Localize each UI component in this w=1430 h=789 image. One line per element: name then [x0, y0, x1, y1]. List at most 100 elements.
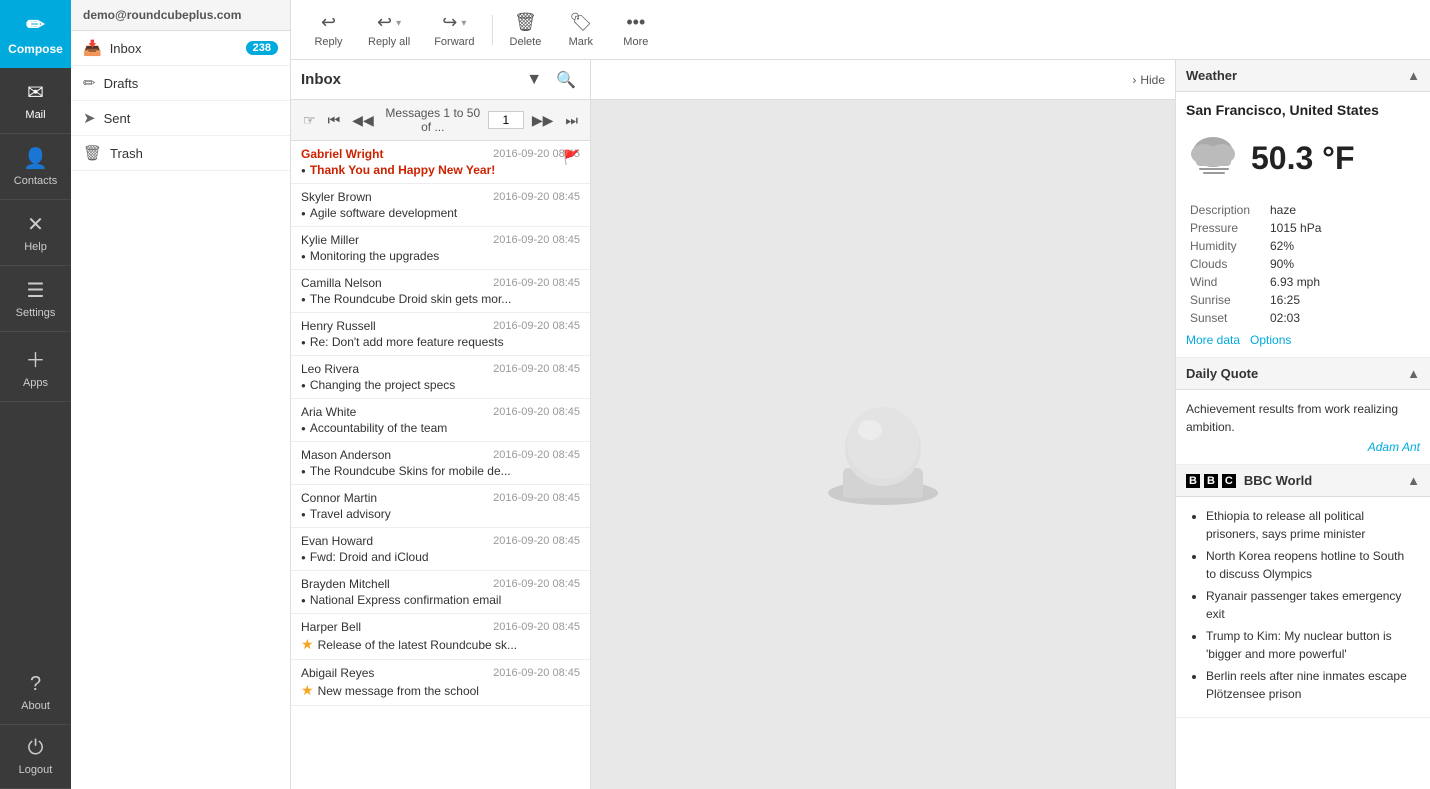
flag-icon: 🚩	[563, 149, 580, 166]
nav-cursor-btn[interactable]: ☞	[299, 110, 320, 131]
sent-icon: ➤	[83, 109, 96, 127]
folder-trash-label: Trash	[110, 146, 278, 161]
news-item[interactable]: Ethiopia to release all political prison…	[1206, 507, 1420, 543]
help-icon: ✕	[27, 212, 44, 237]
message-item[interactable]: Camilla Nelson2016-09-20 08:45●The Round…	[291, 270, 590, 313]
folder-panel: demo@roundcubeplus.com 📥 Inbox 238 ✏ Dra…	[71, 0, 291, 789]
more-label: More	[623, 36, 648, 48]
nav-next-btn[interactable]: ▶▶	[528, 110, 558, 131]
news-list: Ethiopia to release all political prison…	[1186, 507, 1420, 703]
news-item[interactable]: North Korea reopens hotline to South to …	[1206, 547, 1420, 583]
news-item[interactable]: Trump to Kim: My nuclear button is 'bigg…	[1206, 627, 1420, 663]
sidebar-item-help-label: Help	[24, 241, 47, 253]
message-item[interactable]: Leo Rivera2016-09-20 08:45●Changing the …	[291, 356, 590, 399]
bbc-content: Ethiopia to release all political prison…	[1176, 497, 1430, 718]
sidebar-item-help[interactable]: ✕ Help	[0, 200, 71, 266]
nav-first-btn[interactable]: ⏮	[324, 110, 345, 131]
desc-value: haze	[1266, 201, 1420, 219]
inbox-header: Inbox ▼ 🔍	[291, 60, 590, 100]
message-subject: Changing the project specs	[310, 378, 455, 392]
sidebar-item-apps[interactable]: ＋ Apps	[0, 332, 71, 402]
weather-collapse-btn[interactable]: ▲	[1407, 68, 1420, 83]
daily-quote-widget-header: Daily Quote ▲	[1176, 358, 1430, 390]
unread-dot: ●	[301, 467, 306, 476]
right-panel: Weather ▲ San Francisco, United States	[1175, 60, 1430, 789]
humidity-value: 62%	[1266, 237, 1420, 255]
sidebar-item-logout-label: Logout	[19, 764, 53, 776]
star-icon: ★	[301, 636, 314, 653]
compose-button[interactable]: ✏ Compose	[0, 0, 71, 68]
trash-icon: 🗑	[83, 144, 102, 162]
message-item[interactable]: Brayden Mitchell2016-09-20 08:45●Nationa…	[291, 571, 590, 614]
reply-all-icon: ↩	[377, 12, 392, 33]
folder-inbox[interactable]: 📥 Inbox 238	[71, 31, 290, 66]
quote-text: Achievement results from work realizing …	[1186, 400, 1420, 436]
pressure-value: 1015 hPa	[1266, 219, 1420, 237]
bbc-collapse-btn[interactable]: ▲	[1407, 473, 1420, 488]
forward-label: Forward	[434, 36, 474, 48]
message-date: 2016-09-20 08:45	[493, 667, 580, 679]
sidebar-item-about[interactable]: ? About	[0, 661, 71, 725]
message-item[interactable]: Gabriel Wright2016-09-20 08:45●Thank You…	[291, 141, 590, 184]
sunset-value: 02:03	[1266, 309, 1420, 327]
sidebar-item-contacts[interactable]: 👤 Contacts	[0, 134, 71, 200]
nav-last-btn[interactable]: ⏭	[561, 110, 582, 131]
weather-main: 50.3 °F	[1186, 126, 1420, 191]
message-item[interactable]: Evan Howard2016-09-20 08:45●Fwd: Droid a…	[291, 528, 590, 571]
message-item[interactable]: Kylie Miller2016-09-20 08:45●Monitoring …	[291, 227, 590, 270]
message-item[interactable]: Aria White2016-09-20 08:45●Accountabilit…	[291, 399, 590, 442]
folder-sent[interactable]: ➤ Sent	[71, 101, 290, 136]
reply-all-button[interactable]: ↩ ▾ Reply all	[356, 6, 422, 54]
message-list: Gabriel Wright2016-09-20 08:45●Thank You…	[291, 141, 590, 789]
inbox-tools: ▼ 🔍	[522, 66, 580, 94]
message-item[interactable]: Mason Anderson2016-09-20 08:45●The Round…	[291, 442, 590, 485]
mark-button[interactable]: 🏷 Mark	[553, 6, 608, 54]
folder-drafts[interactable]: ✏ Drafts	[71, 66, 290, 101]
sidebar-item-logout[interactable]: ⏻ Logout	[0, 725, 71, 789]
message-date: 2016-09-20 08:45	[493, 320, 580, 332]
settings-icon: ☰	[27, 278, 45, 303]
message-item[interactable]: Skyler Brown2016-09-20 08:45●Agile softw…	[291, 184, 590, 227]
weather-more-data-link[interactable]: More data	[1186, 333, 1240, 347]
message-item[interactable]: Abigail Reyes2016-09-20 08:45★New messag…	[291, 660, 590, 706]
news-item[interactable]: Ryanair passenger takes emergency exit	[1206, 587, 1420, 623]
folder-trash[interactable]: 🗑 Trash	[71, 136, 290, 171]
desc-label: Description	[1186, 201, 1266, 219]
nav-prev-btn[interactable]: ◀◀	[348, 110, 378, 131]
message-item[interactable]: Henry Russell2016-09-20 08:45●Re: Don't …	[291, 313, 590, 356]
folder-inbox-label: Inbox	[110, 41, 246, 56]
bbc-b2: B	[1204, 474, 1218, 488]
hide-button[interactable]: › Hide	[1132, 73, 1165, 87]
message-subject: The Roundcube Skins for mobile de...	[310, 464, 511, 478]
message-subject: Monitoring the upgrades	[310, 249, 439, 263]
message-item[interactable]: Harper Bell2016-09-20 08:45★Release of t…	[291, 614, 590, 660]
news-item[interactable]: Berlin reels after nine inmates escape P…	[1206, 667, 1420, 703]
message-subject: Thank You and Happy New Year!	[310, 163, 495, 177]
page-input[interactable]	[488, 111, 524, 129]
reply-button[interactable]: ↩ Reply	[301, 6, 356, 54]
sidebar-item-settings[interactable]: ☰ Settings	[0, 266, 71, 332]
filter-button[interactable]: ▼	[522, 66, 546, 94]
weather-temperature: 50.3 °F	[1251, 140, 1355, 177]
more-button[interactable]: ••• More	[608, 6, 663, 54]
delete-label: Delete	[510, 36, 542, 48]
delete-button[interactable]: 🗑 Delete	[498, 6, 554, 54]
contacts-icon: 👤	[23, 146, 48, 171]
humidity-label: Humidity	[1186, 237, 1266, 255]
message-subject: Release of the latest Roundcube sk...	[318, 638, 517, 652]
message-sender: Camilla Nelson	[301, 276, 382, 290]
clouds-label: Clouds	[1186, 255, 1266, 273]
weather-links: More data Options	[1186, 333, 1420, 347]
unread-dot: ●	[301, 209, 306, 218]
daily-quote-collapse-btn[interactable]: ▲	[1407, 366, 1420, 381]
forward-button[interactable]: ↪ ▾ Forward	[422, 6, 486, 54]
messages-count-text: Messages 1 to 50 of ...	[382, 106, 484, 134]
weather-options-link[interactable]: Options	[1250, 333, 1291, 347]
compose-icon: ✏	[26, 12, 44, 38]
search-button[interactable]: 🔍	[552, 66, 580, 94]
reading-section: › Hide	[591, 60, 1175, 789]
message-sender: Henry Russell	[301, 319, 376, 333]
apps-icon: ＋	[26, 344, 46, 373]
sidebar-item-mail[interactable]: ✉ Mail	[0, 68, 71, 134]
message-item[interactable]: Connor Martin2016-09-20 08:45●Travel adv…	[291, 485, 590, 528]
